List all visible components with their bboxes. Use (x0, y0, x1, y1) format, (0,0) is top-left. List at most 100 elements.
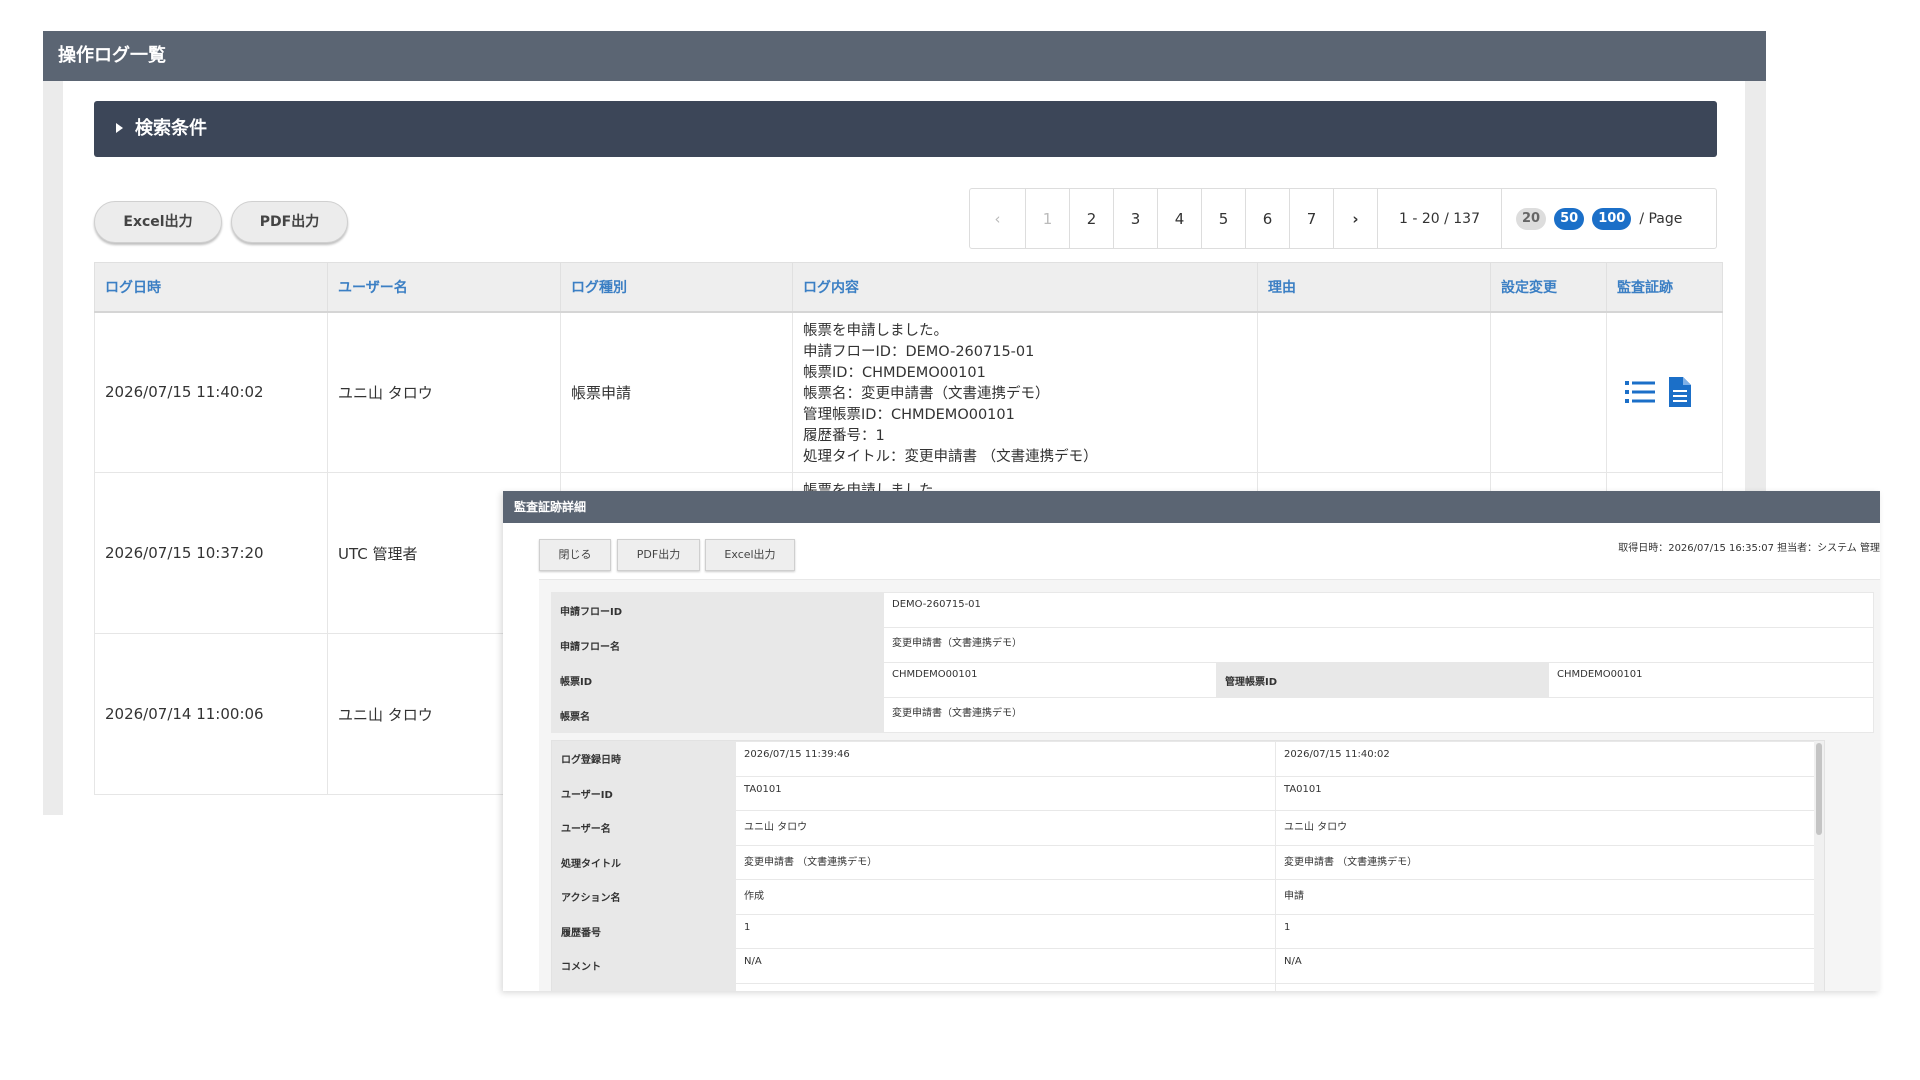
log-type-cell: 帳票申請 (560, 311, 793, 473)
user-name-cell: ユニ山 タロウ (327, 311, 561, 473)
page-button-6[interactable]: 6 (1246, 189, 1290, 248)
page-button-4[interactable]: 4 (1158, 189, 1202, 248)
table-row: 帳票名 変更申請書（文書連携デモ） (551, 697, 1875, 733)
page-size-20[interactable]: 20 (1516, 207, 1547, 230)
log-content-line: 履歴番号：1 (803, 427, 885, 444)
flow-name-label: 申請フロー名 (551, 627, 884, 663)
dialog-title: 監査証跡詳細 (503, 491, 1880, 523)
search-conditions-label: 検索条件 (135, 118, 207, 139)
pdf-export-button[interactable]: PDF出力 (617, 539, 700, 571)
list-icon[interactable] (1625, 379, 1655, 405)
page-size-100[interactable]: 100 (1592, 207, 1632, 230)
detail-value: N/A (1275, 948, 1815, 984)
flow-id-value: DEMO-260715-01 (882, 592, 1875, 628)
reason-cell (1257, 311, 1491, 473)
form-id-value: CHMDEMO00101 (883, 662, 1217, 698)
table-row: コメント N/A N/A (552, 948, 1815, 984)
detail-value: ユニ山 タロウ (1275, 810, 1815, 846)
header-log-datetime[interactable]: ログ日時 (94, 262, 328, 313)
detail-label: アクション名 (552, 879, 736, 915)
detail-label: ユーザー名 (552, 810, 736, 846)
pagination: ‹ 1 2 3 4 5 6 7 › 1 - 20 / 137 20 50 100… (969, 188, 1717, 249)
form-name-value: 変更申請書（文書連携デモ） (882, 697, 1875, 733)
detail-value: N/A (1275, 982, 1815, 991)
prev-page-button[interactable]: ‹ (970, 189, 1026, 248)
pdf-export-button[interactable]: PDF出力 (231, 201, 348, 243)
caret-right-icon (116, 123, 123, 133)
table-header-row: ログ日時 ユーザー名 ログ種別 ログ内容 理由 設定変更 監査証跡 (94, 262, 1723, 313)
log-content-line: 帳票を申請しました。 (803, 322, 948, 339)
detail-label: ユーザーID (552, 775, 736, 811)
table-row: ログ登録日時 2026/07/15 11:39:46 2026/07/15 11… (552, 741, 1815, 777)
page-button-5[interactable]: 5 (1202, 189, 1246, 248)
scrollbar-thumb[interactable] (1816, 743, 1822, 835)
page-size-selector: 20 50 100 / Page (1502, 207, 1716, 230)
table-row: アクション名 作成 申請 (552, 879, 1815, 915)
log-datetime-cell: 2026/07/15 10:37:20 (94, 472, 328, 634)
document-icon[interactable] (1669, 377, 1691, 408)
detail-value: ユニ山 タロウ (735, 810, 1276, 846)
audit-trail-cell (1606, 311, 1723, 473)
detail-value: 2026/07/15 11:40:02 (1275, 741, 1815, 777)
form-name-label: 帳票名 (551, 697, 884, 733)
page-button-2[interactable]: 2 (1070, 189, 1114, 248)
search-conditions-toggle[interactable]: 検索条件 (94, 101, 1717, 157)
page-title: 操作ログ一覧 (43, 31, 1766, 81)
mgmt-form-id-label: 管理帳票ID (1216, 662, 1549, 698)
log-content-line: 帳票ID：CHMDEMO00101 (803, 364, 986, 381)
dialog-content: 申請フローID DEMO-260715-01 申請フロー名 変更申請書（文書連携… (539, 579, 1880, 991)
header-setting-change[interactable]: 設定変更 (1490, 262, 1607, 313)
close-button[interactable]: 閉じる (539, 539, 611, 571)
result-range: 1 - 20 / 137 (1378, 189, 1502, 248)
mgmt-form-id-value: CHMDEMO00101 (1547, 662, 1875, 698)
header-audit-trail[interactable]: 監査証跡 (1606, 262, 1723, 313)
vertical-scrollbar[interactable] (1814, 741, 1824, 991)
detail-value: N/A (735, 948, 1276, 984)
detail-value: N/A (735, 982, 1276, 991)
table-row: 申請フローID DEMO-260715-01 (551, 592, 1875, 628)
log-datetime-cell: 2026/07/15 11:40:02 (94, 311, 328, 473)
table-row: ユーザー名 ユニ山 タロウ ユニ山 タロウ (552, 810, 1815, 846)
header-log-type[interactable]: ログ種別 (560, 262, 793, 313)
summary-table: 申請フローID DEMO-260715-01 申請フロー名 変更申請書（文書連携… (551, 592, 1875, 733)
log-content-line: 処理タイトル：変更申請書 （文書連携デモ） (803, 448, 1098, 465)
log-content-line: 申請フローID：DEMO-260715-01 (803, 343, 1035, 360)
detail-value: TA0101 (735, 775, 1276, 811)
detail-label: 履歴番号 (552, 913, 736, 949)
audit-trail-detail-dialog: 監査証跡詳細 閉じる PDF出力 Excel出力 取得日時：2026/07/15… (503, 491, 1880, 991)
detail-value: 1 (1275, 913, 1815, 949)
table-row: ユーザーID TA0101 TA0101 (552, 775, 1815, 811)
table-row[interactable]: 2026/07/15 11:40:02 ユニ山 タロウ 帳票申請 帳票を申請しま… (94, 311, 1723, 473)
page-button-1[interactable]: 1 (1026, 189, 1070, 248)
setting-change-cell (1490, 311, 1607, 473)
header-reason[interactable]: 理由 (1257, 262, 1491, 313)
log-content-line: 管理帳票ID：CHMDEMO00101 (803, 406, 1015, 423)
table-row: 履歴番号 1 1 (552, 913, 1815, 949)
detail-value: 1 (735, 913, 1276, 949)
flow-name-value: 変更申請書（文書連携デモ） (882, 627, 1875, 663)
detail-value: 2026/07/15 11:39:46 (735, 741, 1276, 777)
table-row: 帳票ID CHMDEMO00101 管理帳票ID CHMDEMO00101 (551, 662, 1875, 698)
header-log-content[interactable]: ログ内容 (792, 262, 1258, 313)
detail-value: 作成 (735, 879, 1276, 915)
detail-value: 申請 (1275, 879, 1815, 915)
detail-scroll-area[interactable]: ログ登録日時 2026/07/15 11:39:46 2026/07/15 11… (551, 740, 1825, 991)
detail-value: TA0101 (1275, 775, 1815, 811)
excel-export-button[interactable]: Excel出力 (94, 201, 222, 243)
excel-export-button[interactable]: Excel出力 (705, 539, 795, 571)
table-row: 申請フロー名 変更申請書（文書連携デモ） (551, 627, 1875, 663)
log-content-cell: 帳票を申請しました。 申請フローID：DEMO-260715-01 帳票ID：C… (792, 311, 1258, 473)
page-button-7[interactable]: 7 (1290, 189, 1334, 248)
detail-label: 処理タイトル (552, 844, 736, 880)
form-id-label: 帳票ID (551, 662, 884, 698)
per-page-label: / Page (1639, 210, 1683, 227)
flow-id-label: 申請フローID (551, 592, 884, 628)
table-row: 処理タイトル 変更申請書 （文書連携デモ） 変更申請書 （文書連携デモ） (552, 844, 1815, 880)
next-page-button[interactable]: › (1334, 189, 1378, 248)
detail-label: ログ登録日時 (552, 741, 736, 777)
header-user-name[interactable]: ユーザー名 (327, 262, 561, 313)
page-button-3[interactable]: 3 (1114, 189, 1158, 248)
page-size-50[interactable]: 50 (1554, 207, 1585, 230)
log-datetime-cell: 2026/07/14 11:00:06 (94, 633, 328, 795)
log-content-line: 帳票名：変更申請書（文書連携デモ） (803, 385, 1050, 402)
